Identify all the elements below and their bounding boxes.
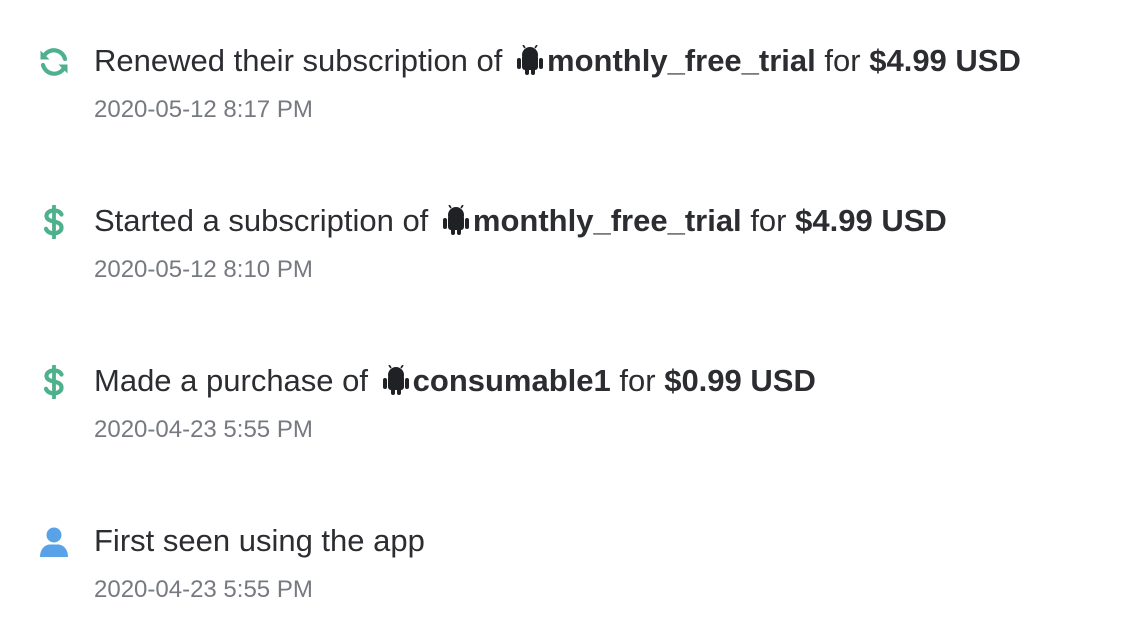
event-timestamp: 2020-05-12 8:17 PM <box>94 96 313 123</box>
event-timestamp: 2020-05-12 8:10 PM <box>94 256 313 283</box>
event-title: Renewed their subscription of monthly_fr… <box>94 42 1021 80</box>
timeline-event-first-seen: First seen using the app 2020-04-23 5:55… <box>0 480 1139 603</box>
dollar-icon <box>36 204 72 240</box>
event-connector: for <box>619 363 656 398</box>
event-connector: for <box>750 203 787 238</box>
event-price: $4.99 USD <box>869 43 1021 78</box>
customer-history-timeline: Renewed their subscription of monthly_fr… <box>0 0 1139 644</box>
event-prefix: Made a purchase of <box>94 363 369 398</box>
user-icon <box>36 524 72 560</box>
event-prefix: Renewed their subscription of <box>94 43 503 78</box>
android-icon <box>442 204 469 235</box>
event-connector: for <box>824 43 861 78</box>
event-timestamp: 2020-04-23 5:55 PM <box>94 576 313 603</box>
product-name: monthly_free_trial <box>547 43 816 78</box>
product-name: consumable1 <box>412 363 611 398</box>
event-timestamp: 2020-04-23 5:55 PM <box>94 416 313 443</box>
product-name: monthly_free_trial <box>472 203 742 238</box>
event-title: First seen using the app <box>94 522 425 560</box>
dollar-icon <box>36 364 72 400</box>
timeline-event-renewal: Renewed their subscription of monthly_fr… <box>0 0 1139 123</box>
android-icon <box>517 44 544 75</box>
event-price: $4.99 USD <box>795 203 947 238</box>
android-icon <box>382 364 409 395</box>
renew-icon <box>36 44 72 80</box>
event-prefix: Started a subscription of <box>94 203 429 238</box>
event-prefix: First seen using the app <box>94 523 425 558</box>
event-price: $0.99 USD <box>664 363 816 398</box>
timeline-event-purchase: Made a purchase of consumable1 for $0.99… <box>0 320 1139 443</box>
event-title: Made a purchase of consumable1 for $0.99… <box>94 362 816 400</box>
event-title: Started a subscription of monthly_free_t… <box>94 202 947 240</box>
timeline-event-subscription-start: Started a subscription of monthly_free_t… <box>0 160 1139 283</box>
